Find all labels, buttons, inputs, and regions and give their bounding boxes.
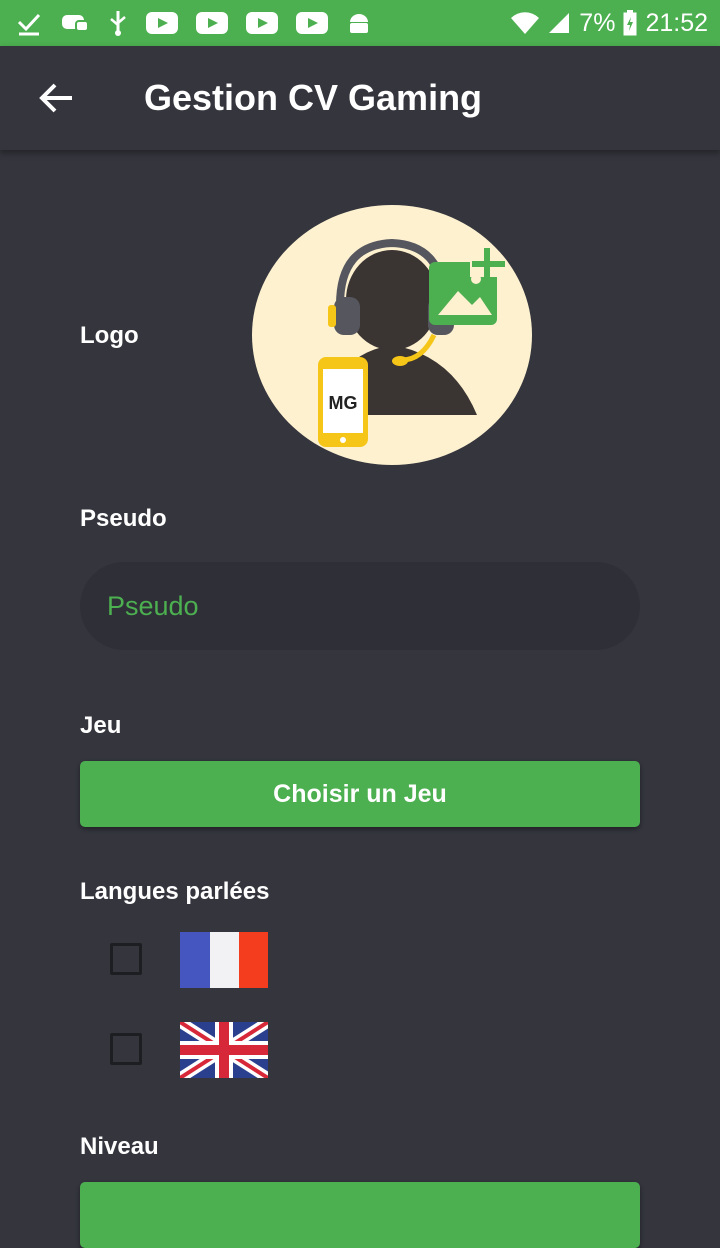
check-icon (17, 13, 41, 36)
arrow-back-icon (39, 83, 72, 113)
page-title: Gestion CV Gaming (144, 77, 483, 118)
usb-icon (110, 11, 126, 36)
youtube-icon (246, 12, 278, 34)
youtube-icon (146, 12, 178, 34)
youtube-icon (296, 12, 328, 34)
app-bar: Gestion CV Gaming (0, 46, 720, 150)
youtube-icon (196, 12, 228, 34)
pseudo-input[interactable] (80, 562, 640, 650)
france-flag-icon (180, 932, 268, 988)
choose-level-button[interactable] (80, 1182, 640, 1248)
battery-icon (623, 10, 637, 36)
discord-icon (62, 15, 89, 32)
niveau-label: Niveau (80, 1133, 159, 1160)
logo-label: Logo (80, 322, 139, 349)
android-icon (350, 14, 368, 33)
jeu-label: Jeu (80, 712, 122, 739)
gamer-avatar-image (318, 238, 508, 447)
status-bar: 7% 21:52 (0, 0, 720, 46)
battery-percent: 7% (579, 8, 616, 37)
english-checkbox[interactable] (110, 1033, 142, 1065)
wifi-icon (511, 12, 540, 34)
pseudo-label: Pseudo (80, 505, 167, 532)
signal-icon (549, 13, 570, 33)
avatar-badge-text: MG (328, 393, 358, 413)
choose-game-button[interactable]: Choisir un Jeu (80, 761, 640, 827)
french-checkbox[interactable] (110, 943, 142, 975)
notification-icons (0, 9, 372, 37)
clock: 21:52 (645, 8, 708, 37)
back-button[interactable] (36, 78, 76, 118)
logo-picker[interactable]: MG (252, 205, 532, 465)
languages-label: Langues parlées (80, 878, 270, 905)
uk-flag-icon (180, 1022, 268, 1078)
